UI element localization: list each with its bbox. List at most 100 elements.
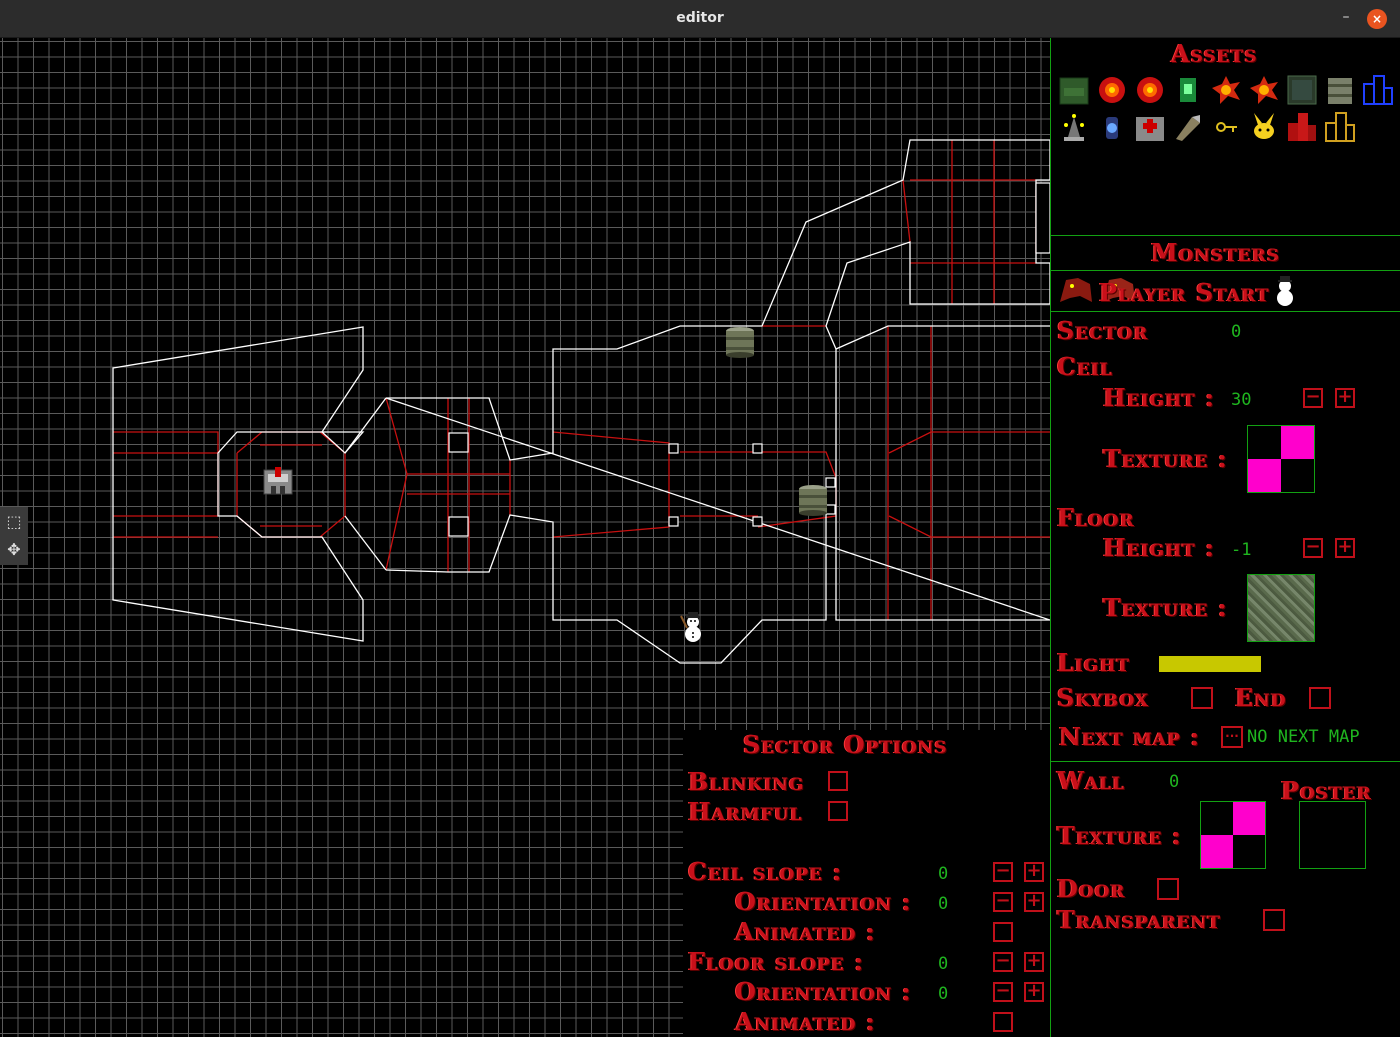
floor-height-minus-button[interactable]: −	[1303, 538, 1323, 558]
select-tool-icon[interactable]: ⬚	[4, 512, 24, 532]
floor-slope-minus-button[interactable]: −	[993, 952, 1013, 972]
green-door-icon[interactable]	[1286, 74, 1318, 106]
floor-orientation-minus-button[interactable]: −	[993, 982, 1013, 1002]
ceil-orientation-plus-button[interactable]: +	[1024, 892, 1044, 912]
sector-id-value: 0	[1231, 322, 1242, 342]
ceil-slope-label: Ceil slope :	[688, 857, 843, 886]
floor-animated-checkbox[interactable]	[993, 1012, 1013, 1032]
ammo-box-icon[interactable]	[1058, 74, 1090, 106]
wall-texture-swatch[interactable]	[1200, 801, 1266, 869]
demon-monster-icon[interactable]	[1056, 274, 1096, 306]
ceil-slope-minus-button[interactable]: −	[993, 862, 1013, 882]
tool-strip: ⬚ ✥	[0, 507, 28, 565]
skybox-label: Skybox	[1057, 683, 1150, 712]
close-button[interactable]: ×	[1367, 9, 1387, 29]
floor-height-value: -1	[1231, 540, 1252, 560]
explosion-icon[interactable]	[1210, 74, 1242, 106]
floor-height-plus-button[interactable]: +	[1335, 538, 1355, 558]
medkit-sprite[interactable]	[262, 464, 294, 496]
floor-orientation-value: 0	[938, 984, 949, 1004]
end-checkbox[interactable]	[1309, 687, 1331, 709]
move-tool-icon[interactable]: ✥	[4, 540, 24, 560]
ceil-label: Ceil	[1057, 352, 1113, 381]
ceil-animated-checkbox[interactable]	[993, 922, 1013, 942]
floor-animated-label: Animated :	[735, 1007, 876, 1036]
floor-orientation-plus-button[interactable]: +	[1024, 982, 1044, 1002]
skybox-checkbox[interactable]	[1191, 687, 1213, 709]
next-map-browse-button[interactable]: ···	[1221, 726, 1243, 748]
light-slider-fill	[1159, 656, 1261, 672]
title-bar: editor – ×	[0, 0, 1400, 38]
red-building-icon[interactable]	[1286, 111, 1318, 143]
barrel-sprite[interactable]	[796, 483, 830, 517]
ceil-orientation-value: 0	[938, 894, 949, 914]
yellow-building-icon[interactable]	[1324, 111, 1356, 143]
sector-options-title: Sector Options	[743, 730, 948, 759]
light-slider[interactable]	[1159, 656, 1261, 672]
floor-texture-swatch[interactable]	[1247, 574, 1315, 642]
divider	[1051, 235, 1400, 236]
transparent-checkbox[interactable]	[1263, 909, 1285, 931]
floor-slope-value: 0	[938, 954, 949, 974]
player-start-label: Player Start	[1099, 278, 1270, 307]
end-label: End	[1235, 683, 1287, 712]
ceil-height-minus-button[interactable]: −	[1303, 388, 1323, 408]
floor-slope-label: Floor slope :	[688, 947, 865, 976]
lantern-icon[interactable]	[1096, 111, 1128, 143]
blinking-label: Blinking	[688, 767, 805, 796]
explosion-icon[interactable]	[1248, 74, 1280, 106]
barrel-icon[interactable]	[1324, 74, 1356, 106]
ceil-texture-label: Texture :	[1103, 444, 1228, 473]
player-start-snowman-sprite[interactable]	[677, 610, 707, 644]
floor-label: Floor	[1057, 503, 1135, 532]
red-orb-icon[interactable]	[1134, 74, 1166, 106]
next-map-label: Next map :	[1059, 722, 1201, 751]
wall-lines	[112, 139, 1050, 664]
minimize-button[interactable]: –	[1337, 8, 1355, 26]
ceil-height-label: Height :	[1103, 383, 1216, 412]
divider	[1051, 761, 1400, 762]
floor-height-label: Height :	[1103, 533, 1216, 562]
ceil-height-value: 30	[1231, 390, 1252, 410]
key-icon[interactable]	[1210, 111, 1242, 143]
barrel-sprite[interactable]	[723, 325, 757, 359]
harmful-checkbox[interactable]	[828, 801, 848, 821]
snowman-icon[interactable]	[1269, 274, 1301, 308]
monsters-title: Monsters	[1151, 238, 1281, 267]
harmful-label: Harmful	[688, 797, 803, 826]
sector-options-panel: Sector Options Blinking Harmful Ceil slo…	[683, 730, 1050, 1037]
green-armor-icon[interactable]	[1172, 74, 1204, 106]
ceil-height-plus-button[interactable]: +	[1335, 388, 1355, 408]
candelabra-icon[interactable]	[1058, 111, 1090, 143]
wall-label: Wall	[1057, 766, 1126, 795]
ceil-orientation-minus-button[interactable]: −	[993, 892, 1013, 912]
wall-texture-label: Texture :	[1057, 821, 1182, 850]
ceil-animated-label: Animated :	[735, 917, 876, 946]
ceil-texture-swatch[interactable]	[1247, 425, 1315, 493]
ceil-slope-value: 0	[938, 864, 949, 884]
portal-lines	[113, 140, 1050, 620]
floor-orientation-label: Orientation :	[735, 977, 912, 1006]
pikachu-icon[interactable]	[1248, 111, 1280, 143]
floor-texture-label: Texture :	[1103, 593, 1228, 622]
divider	[1051, 311, 1400, 312]
sector-label: Sector	[1057, 316, 1149, 345]
ceil-orientation-label: Orientation :	[735, 887, 912, 916]
blue-building-icon[interactable]	[1362, 74, 1394, 106]
transparent-label: Transparent	[1057, 905, 1222, 934]
rocket-icon[interactable]	[1172, 111, 1204, 143]
next-map-value: NO NEXT MAP	[1247, 727, 1360, 747]
door-checkbox[interactable]	[1157, 878, 1179, 900]
medkit-icon[interactable]	[1134, 111, 1166, 143]
vertex-markers	[448, 182, 1050, 537]
ceil-slope-plus-button[interactable]: +	[1024, 862, 1044, 882]
assets-title: Assets	[1171, 39, 1258, 68]
poster-texture-swatch[interactable]	[1299, 801, 1366, 869]
light-label: Light	[1057, 648, 1131, 677]
floor-slope-plus-button[interactable]: +	[1024, 952, 1044, 972]
red-orb-icon[interactable]	[1096, 74, 1128, 106]
door-label: Door	[1057, 874, 1126, 903]
properties-sidebar: Assets Monsters Player Start Sector 0 Ce…	[1050, 38, 1400, 1037]
blinking-checkbox[interactable]	[828, 771, 848, 791]
wall-id-value: 0	[1169, 772, 1180, 792]
